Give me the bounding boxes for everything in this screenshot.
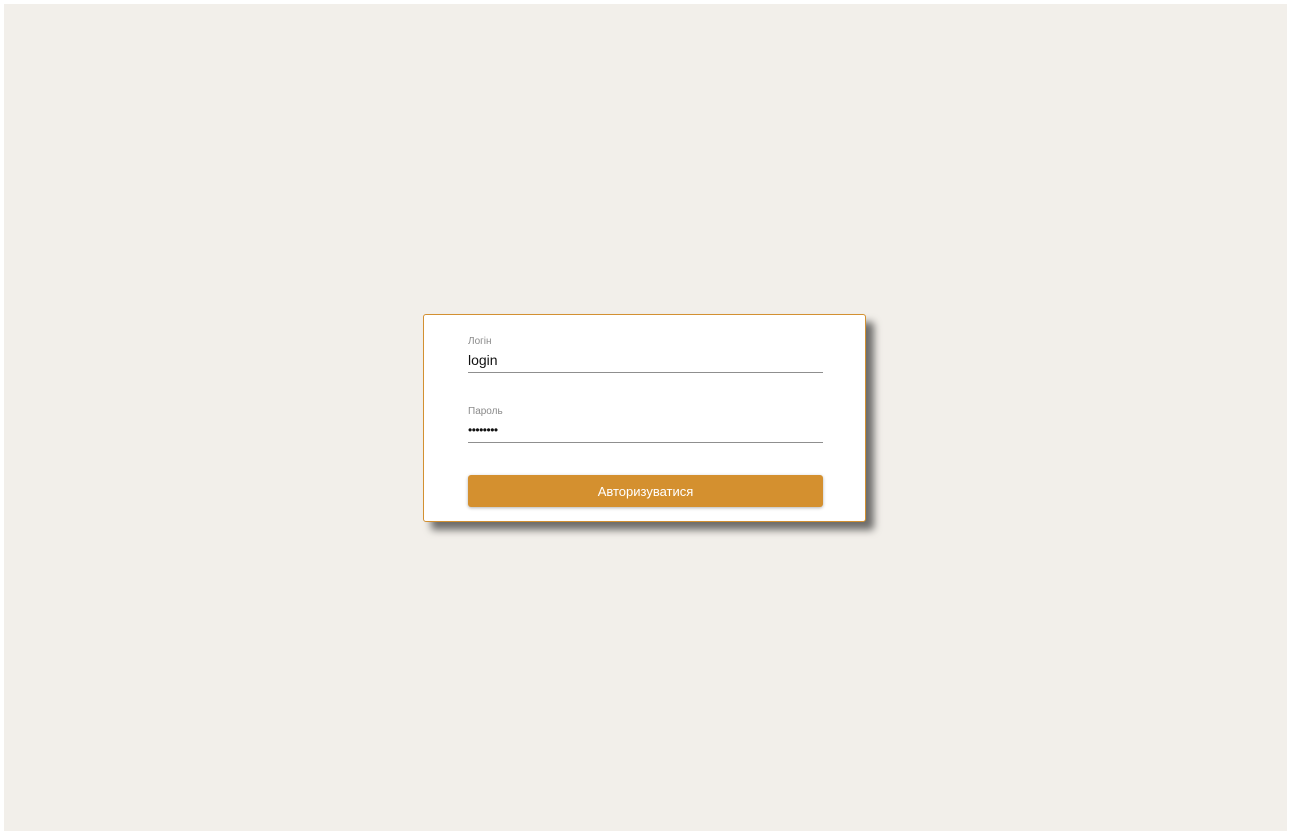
login-label: Логін bbox=[468, 336, 492, 347]
page-background: Логін Пароль Авторизуватися bbox=[4, 4, 1287, 831]
login-form: Логін Пароль Авторизуватися bbox=[423, 314, 866, 522]
login-field-group: Логін bbox=[468, 335, 823, 373]
authorize-button[interactable]: Авторизуватися bbox=[468, 475, 823, 507]
login-input[interactable] bbox=[468, 349, 823, 373]
password-input[interactable] bbox=[468, 419, 823, 443]
password-label: Пароль bbox=[468, 406, 503, 417]
password-field-group: Пароль bbox=[468, 405, 823, 443]
